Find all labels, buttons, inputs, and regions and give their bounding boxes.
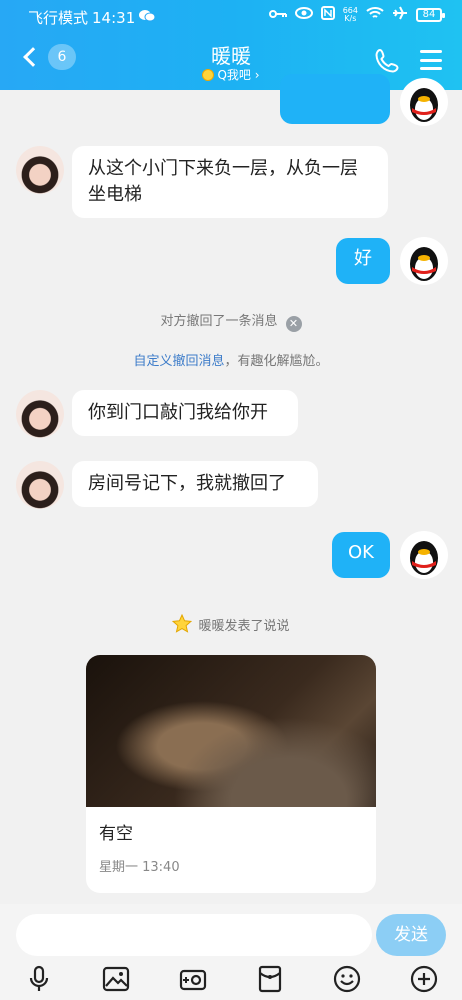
eye-icon bbox=[294, 7, 313, 23]
microphone-icon bbox=[29, 965, 49, 991]
more-button[interactable] bbox=[409, 964, 439, 994]
custom-recall-link[interactable]: 自定义撤回消息 bbox=[133, 354, 224, 369]
send-button[interactable]: 发送 bbox=[376, 914, 446, 956]
message-text: 好 bbox=[354, 248, 372, 269]
my-avatar[interactable] bbox=[400, 237, 448, 285]
post-card[interactable]: 有空 星期一 13:40 bbox=[86, 655, 376, 893]
contact-avatar[interactable] bbox=[16, 390, 64, 438]
close-icon[interactable]: ✕ bbox=[285, 316, 302, 332]
status-time: 14:31 bbox=[92, 8, 136, 27]
post-photo[interactable] bbox=[86, 655, 376, 807]
message-bubble-incoming[interactable]: 从这个小门下来负一层，从负一层坐电梯 bbox=[72, 146, 388, 218]
star-icon bbox=[172, 613, 193, 638]
phone-icon bbox=[375, 48, 399, 73]
red-packet-button[interactable] bbox=[255, 964, 285, 994]
emoji-icon bbox=[333, 965, 361, 993]
key-icon bbox=[268, 8, 287, 23]
battery-indicator: 84 bbox=[416, 8, 445, 22]
airplane-mode-label: 飞行模式 bbox=[28, 9, 89, 27]
message-text: 从这个小门下来负一层，从负一层坐电梯 bbox=[88, 158, 358, 205]
composer-toolbar bbox=[0, 964, 462, 998]
smiley-icon bbox=[202, 68, 215, 81]
contact-status-text: Q我吧 › bbox=[217, 68, 260, 82]
my-avatar[interactable] bbox=[400, 531, 448, 579]
post-notice[interactable]: 暖暖发表了说说 bbox=[0, 613, 462, 638]
message-text: 房间号记下，我就撤回了 bbox=[88, 473, 286, 494]
menu-button[interactable] bbox=[420, 50, 442, 70]
recall-tip: 自定义撤回消息，有趣化解尴尬。 bbox=[133, 354, 329, 369]
camera-icon bbox=[179, 969, 207, 991]
plus-circle-icon bbox=[410, 965, 438, 993]
post-caption: 有空 bbox=[99, 824, 133, 844]
message-bubble-outgoing[interactable]: 好 bbox=[336, 238, 390, 284]
contact-avatar[interactable] bbox=[16, 146, 64, 194]
message-bubble-outgoing[interactable]: OK bbox=[332, 532, 390, 578]
image-button[interactable] bbox=[101, 964, 131, 994]
contact-avatar[interactable] bbox=[16, 461, 64, 509]
camera-button[interactable] bbox=[178, 964, 208, 994]
emoji-button[interactable] bbox=[332, 964, 362, 994]
net-speed: 664 K/s bbox=[342, 6, 358, 23]
status-bar: 飞行模式 14:31 664 K/s 84 bbox=[0, 0, 462, 32]
chat-header: 飞行模式 14:31 664 K/s 84 6 暖暖 Q我吧 › bbox=[0, 0, 462, 90]
wifi-icon bbox=[366, 6, 384, 24]
message-bubble-outgoing[interactable] bbox=[280, 74, 390, 124]
airplane-icon bbox=[392, 6, 408, 24]
call-button[interactable] bbox=[372, 46, 402, 76]
wechat-icon bbox=[139, 9, 156, 27]
message-bubble-incoming[interactable]: 房间号记下，我就撤回了 bbox=[72, 461, 318, 507]
message-bubble-incoming[interactable]: 你到门口敲门我给你开 bbox=[72, 390, 298, 436]
post-time: 星期一 13:40 bbox=[99, 860, 180, 875]
my-avatar[interactable] bbox=[400, 78, 448, 126]
composer: 发送 bbox=[0, 904, 462, 1000]
recall-notice: 对方撤回了一条消息 ✕ bbox=[0, 310, 462, 332]
nfc-icon bbox=[320, 6, 335, 24]
image-icon bbox=[102, 966, 130, 992]
menu-icon bbox=[420, 50, 442, 53]
voice-button[interactable] bbox=[24, 964, 54, 994]
message-input[interactable] bbox=[16, 914, 372, 956]
message-text: 你到门口敲门我给你开 bbox=[88, 402, 268, 423]
red-packet-icon bbox=[258, 965, 282, 993]
message-text: OK bbox=[348, 542, 374, 563]
